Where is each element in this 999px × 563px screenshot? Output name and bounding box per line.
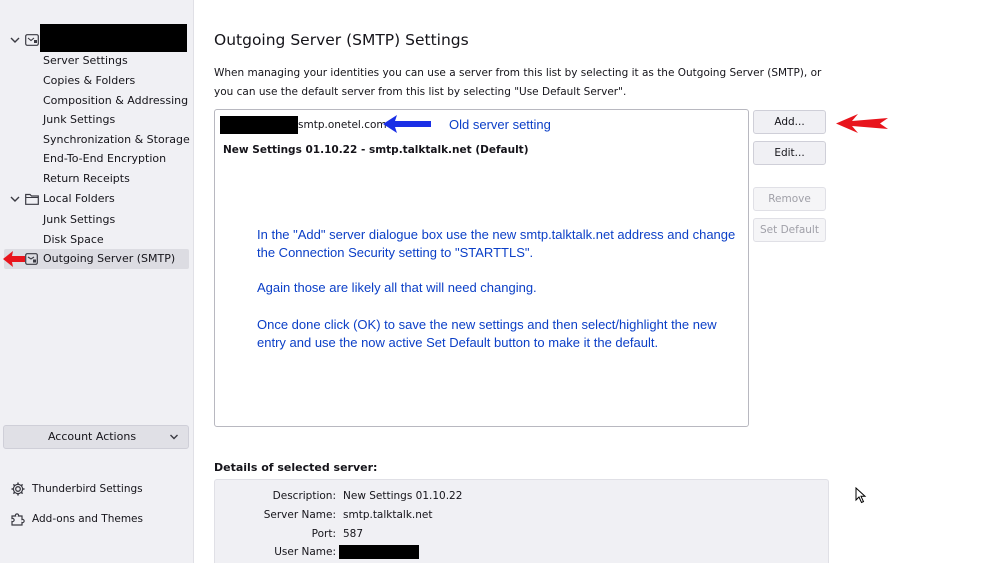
chevron-down-icon[interactable] bbox=[9, 34, 21, 46]
set-default-button[interactable]: Set Default bbox=[753, 218, 826, 242]
sidebar-item-server-settings[interactable]: Server Settings bbox=[43, 51, 128, 70]
addons-themes-label: Add-ons and Themes bbox=[32, 513, 143, 525]
port-value: 587 bbox=[343, 528, 364, 540]
sidebar-item-outgoing-server[interactable]: Outgoing Server (SMTP) bbox=[4, 249, 189, 269]
sidebar-item-return-receipts[interactable]: Return Receipts bbox=[43, 169, 130, 188]
sidebar-item-label: Outgoing Server (SMTP) bbox=[43, 252, 176, 265]
account-actions-label: Account Actions bbox=[47, 430, 137, 443]
annotation-instructions-default: Once done click (OK) to save the new set… bbox=[257, 317, 717, 350]
puzzle-icon bbox=[10, 511, 26, 527]
chevron-down-icon bbox=[169, 432, 179, 445]
user-name-label: User Name: bbox=[274, 546, 336, 558]
add-button[interactable]: Add... bbox=[753, 110, 826, 134]
email-account-icon bbox=[25, 34, 39, 46]
chevron-down-icon[interactable] bbox=[9, 193, 21, 205]
sidebar-item-junk-settings[interactable]: Junk Settings bbox=[43, 110, 115, 129]
annotation-instructions-again: Again those are likely all that will nee… bbox=[257, 280, 537, 295]
blue-arrow-icon bbox=[383, 115, 431, 133]
remove-button[interactable]: Remove bbox=[753, 187, 826, 211]
page-title: Outgoing Server (SMTP) Settings bbox=[214, 31, 469, 49]
server-name-value: smtp.talktalk.net bbox=[343, 509, 433, 521]
redacted-user-name bbox=[339, 545, 419, 559]
folder-icon bbox=[25, 193, 39, 208]
annotation-instructions-add: In the "Add" server dialogue box use the… bbox=[257, 227, 736, 260]
annotation-old-server: Old server setting bbox=[449, 117, 551, 132]
list-item-default-server[interactable]: New Settings 01.10.22 - smtp.talktalk.ne… bbox=[223, 144, 529, 156]
account-sidebar: Server Settings Copies & Folders Composi… bbox=[0, 0, 194, 563]
mouse-cursor-icon bbox=[855, 487, 867, 504]
sidebar-item-local-folders[interactable]: Local Folders bbox=[0, 189, 194, 209]
sidebar-item-local-junk-settings[interactable]: Junk Settings bbox=[43, 210, 115, 229]
description-value: New Settings 01.10.22 bbox=[343, 490, 463, 502]
thunderbird-settings-label: Thunderbird Settings bbox=[32, 483, 143, 495]
sidebar-item-synchronization[interactable]: Synchronization & Storage bbox=[43, 130, 190, 149]
sidebar-item-label: Local Folders bbox=[43, 192, 115, 205]
red-arrow-icon bbox=[3, 251, 25, 267]
redacted-server-prefix bbox=[220, 116, 298, 134]
gear-icon bbox=[10, 481, 26, 497]
description-label: Description: bbox=[272, 490, 336, 502]
sidebar-item-composition[interactable]: Composition & Addressing bbox=[43, 91, 188, 110]
smtp-server-list[interactable]: smtp.onetel.com New Settings 01.10.22 - … bbox=[214, 109, 749, 427]
page-description: When managing your identities you can us… bbox=[214, 67, 822, 98]
server-host: smtp.onetel.com bbox=[298, 119, 387, 131]
red-arrow-icon bbox=[836, 114, 888, 133]
sidebar-item-encryption[interactable]: End-To-End Encryption bbox=[43, 149, 166, 168]
account-row[interactable] bbox=[0, 24, 194, 52]
outgoing-server-icon bbox=[25, 253, 38, 268]
server-name-label: Server Name: bbox=[263, 509, 336, 521]
details-heading: Details of selected server: bbox=[214, 461, 378, 474]
account-actions-button[interactable]: Account Actions bbox=[3, 425, 189, 449]
sidebar-item-copies-folders[interactable]: Copies & Folders bbox=[43, 71, 135, 90]
server-details-panel: Description: New Settings 01.10.22 Serve… bbox=[214, 479, 829, 563]
port-label: Port: bbox=[311, 528, 336, 540]
sidebar-item-disk-space[interactable]: Disk Space bbox=[43, 230, 104, 249]
edit-button[interactable]: Edit... bbox=[753, 141, 826, 165]
redacted-account-name bbox=[40, 24, 187, 52]
